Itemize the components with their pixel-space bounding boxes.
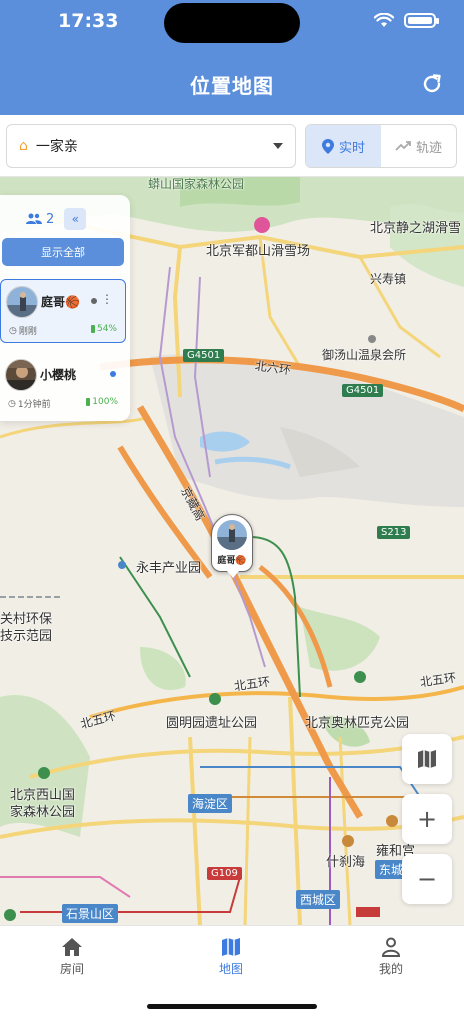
group-select[interactable]: ⌂ 一家亲	[6, 124, 296, 168]
district-label: 石景山区	[62, 904, 119, 923]
member-panel: 2 « 显示全部 庭哥🏀 ⋮ ◷ 刚刚 54% 小樱桃 ◷ 1分钟前 100%	[0, 195, 130, 421]
road-badge: G109	[207, 867, 242, 880]
member-name: 小樱桃	[40, 368, 77, 382]
battery-level-text: 54%	[96, 324, 117, 334]
page-title: 位置地图	[190, 74, 274, 98]
refresh-icon[interactable]	[420, 72, 444, 96]
dynamic-island	[164, 3, 300, 43]
status-dot	[91, 298, 97, 304]
road-badge: S213	[377, 526, 411, 539]
last-update-text: 刚刚	[18, 327, 37, 337]
member-count-value: 2	[46, 211, 55, 227]
member-name: 庭哥🏀	[41, 295, 80, 309]
battery-level-icon	[90, 325, 95, 333]
district-label: 西城区	[296, 890, 341, 909]
member-panel-header: 2 «	[26, 203, 102, 235]
nav-rooms[interactable]: 房间	[27, 934, 117, 977]
show-all-button[interactable]: 显示全部	[2, 238, 124, 266]
map-icon	[186, 934, 276, 960]
map-label: 兴寿镇	[370, 272, 407, 286]
mode-realtime-button[interactable]: 实时	[306, 125, 381, 167]
map-label: 北京军都山滑雪场	[206, 244, 311, 259]
battery-level: 100%	[86, 397, 118, 407]
plus-icon: +	[416, 805, 438, 833]
member-count: 2	[26, 212, 54, 227]
people-icon	[26, 213, 42, 224]
home-icon: ⌂	[19, 138, 28, 154]
map-layer-button[interactable]	[402, 734, 452, 784]
battery-level-text: 100%	[92, 397, 118, 407]
map-label: 永丰产业园	[136, 561, 202, 576]
mode-track-button[interactable]: 轨迹	[381, 125, 456, 167]
avatar	[5, 359, 37, 391]
toolbar: ⌂ 一家亲 实时 轨迹	[0, 115, 464, 177]
status-icons	[374, 13, 439, 28]
map-label: 家森林公园	[10, 805, 76, 820]
nav-map[interactable]: 地图	[186, 934, 276, 977]
road-badge: G4501	[183, 349, 225, 362]
battery-icon	[404, 13, 439, 28]
home-indicator	[147, 1004, 317, 1009]
nav-rooms-label: 房间	[59, 962, 84, 976]
last-update: ◷ 1分钟前	[8, 397, 51, 411]
map-label: 北京静之湖滑雪	[370, 221, 462, 236]
zoom-in-button[interactable]: +	[402, 794, 452, 844]
nav-map-label: 地图	[218, 962, 243, 976]
battery-level: 54%	[90, 324, 117, 334]
member-location-marker[interactable]: 庭哥🏀	[211, 514, 253, 578]
marker-avatar	[217, 520, 247, 550]
map-label: 技示范园	[0, 629, 53, 644]
status-time: 17:33	[58, 10, 119, 32]
battery-level-icon	[86, 398, 91, 406]
zoom-out-button[interactable]: −	[402, 854, 452, 904]
last-update-text: 1分钟前	[17, 400, 51, 410]
district-label: 海淀区	[188, 794, 233, 813]
map-icon	[418, 750, 436, 768]
home-icon	[27, 934, 117, 960]
marker-name: 庭哥🏀	[217, 556, 247, 566]
clock-icon: ◷	[8, 398, 16, 409]
wifi-icon	[374, 13, 394, 27]
avatar	[6, 286, 38, 318]
member-card[interactable]: 小樱桃 ◷ 1分钟前 100%	[0, 353, 126, 417]
map-label: 北京奥林匹克公园	[305, 716, 410, 731]
member-card[interactable]: 庭哥🏀 ⋮ ◷ 刚刚 54%	[0, 279, 126, 343]
map-label: 蟒山国家森林公园	[148, 177, 245, 191]
minus-icon: −	[416, 865, 438, 893]
mode-toggle: 实时 轨迹	[305, 124, 457, 168]
last-update: ◷ 刚刚	[9, 324, 37, 338]
nav-profile[interactable]: 我的	[346, 934, 436, 977]
road-badge: G4501	[342, 384, 384, 397]
collapse-panel-button[interactable]: «	[64, 208, 87, 230]
mode-realtime-label: 实时	[338, 140, 365, 156]
person-icon	[346, 934, 436, 960]
mode-track-label: 轨迹	[415, 140, 442, 156]
group-select-value: 一家亲	[35, 139, 78, 155]
chevron-down-icon	[273, 143, 283, 149]
more-options-icon[interactable]: ⋮	[101, 292, 113, 306]
map-label: 御汤山温泉会所	[322, 348, 407, 362]
app-header: 17:33 位置地图	[0, 0, 464, 115]
trend-icon	[395, 141, 411, 151]
nav-profile-label: 我的	[378, 962, 403, 976]
map-label: 圆明园遗址公园	[166, 716, 258, 731]
map-label: 什刹海	[326, 855, 366, 870]
clock-icon: ◷	[9, 325, 17, 336]
status-dot	[110, 371, 116, 377]
location-pin-icon	[321, 138, 334, 154]
